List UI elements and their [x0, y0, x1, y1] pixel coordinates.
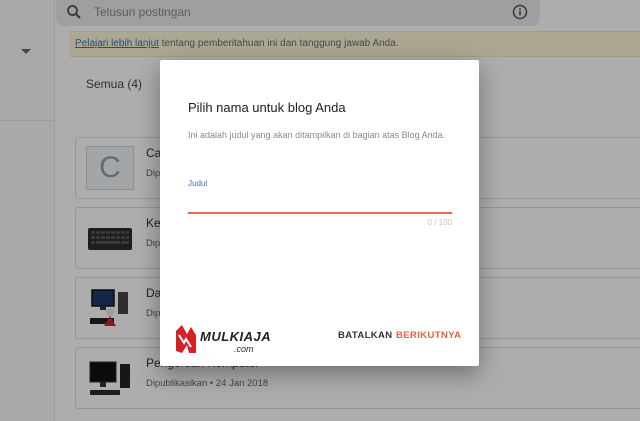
mulkiaja-logo-watermark: MULKIAJA .com	[176, 325, 271, 354]
character-counter: 0 / 100	[427, 218, 452, 227]
blog-title-input[interactable]	[188, 193, 452, 213]
svg-text:MULKIAJA: MULKIAJA	[200, 329, 271, 344]
next-button[interactable]: BERIKUTNYA	[394, 325, 463, 345]
svg-text:.com: .com	[234, 344, 254, 354]
title-field-label: Judul	[188, 179, 208, 188]
dialog-title: Pilih nama untuk blog Anda	[188, 100, 346, 115]
dialog-description: Ini adalah judul yang akan ditampilkan d…	[188, 130, 446, 140]
blog-name-dialog: Pilih nama untuk blog Anda Ini adalah ju…	[160, 60, 479, 366]
cancel-button[interactable]: BATALKAN	[336, 325, 395, 345]
title-field-underline	[188, 212, 452, 214]
